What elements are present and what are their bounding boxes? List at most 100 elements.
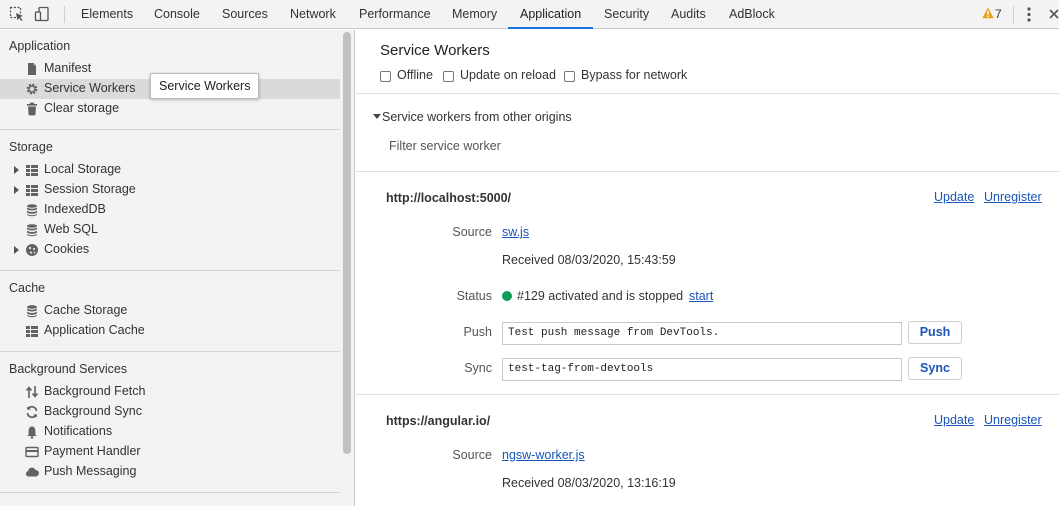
warning-count[interactable]: 7 bbox=[995, 0, 1002, 29]
source-label: Source bbox=[452, 225, 492, 239]
sidebar-scrollbar[interactable] bbox=[343, 32, 351, 454]
inspect-element-icon[interactable] bbox=[9, 6, 25, 22]
sync-icon bbox=[26, 405, 38, 419]
sidebar-item-payment-handler[interactable]: Payment Handler bbox=[0, 442, 340, 462]
cookie-icon bbox=[26, 244, 38, 256]
sidebar-item-label: Background Sync bbox=[44, 404, 142, 418]
section-divider bbox=[0, 270, 340, 271]
device-toolbar-icon[interactable] bbox=[34, 6, 50, 22]
close-icon[interactable] bbox=[1048, 7, 1059, 21]
sidebar-item-cookies[interactable]: Cookies bbox=[0, 240, 340, 260]
sidebar-item-cache-storage[interactable]: Cache Storage bbox=[0, 301, 340, 321]
received-timestamp: Received 08/03/2020, 15:43:59 bbox=[502, 253, 676, 267]
push-label: Push bbox=[463, 325, 493, 339]
expand-caret-icon[interactable] bbox=[14, 246, 19, 254]
tab-memory[interactable]: Memory bbox=[452, 0, 497, 29]
expand-caret-icon[interactable] bbox=[14, 186, 19, 194]
sidebar-item-label: Cookies bbox=[44, 242, 90, 256]
sidebar-item-web-sql[interactable]: Web SQL bbox=[0, 220, 340, 240]
tab-adblock[interactable]: AdBlock bbox=[729, 0, 775, 29]
tab-network[interactable]: Network bbox=[290, 0, 336, 29]
status-label: Status bbox=[456, 289, 492, 303]
toolbar-divider bbox=[64, 6, 65, 23]
expand-caret-icon[interactable] bbox=[14, 166, 19, 174]
sidebar-item-label: Clear storage bbox=[44, 101, 120, 115]
sidebar-item-label: Web SQL bbox=[44, 222, 98, 236]
tab-application[interactable]: Application bbox=[508, 0, 594, 29]
sidebar-item-indexeddb[interactable]: IndexedDB bbox=[0, 200, 340, 220]
other-origins-toggle[interactable]: Service workers from other origins bbox=[382, 110, 572, 124]
update-on-reload-label[interactable]: Update on reload bbox=[460, 68, 556, 82]
sidebar-item-label: Service Workers bbox=[44, 81, 136, 95]
sync-tag-input[interactable]: test-tag-from-devtools bbox=[502, 358, 902, 381]
received-timestamp: Received 08/03/2020, 13:16:19 bbox=[502, 476, 676, 490]
arrows-updown-icon bbox=[25, 386, 39, 398]
tab-security[interactable]: Security bbox=[604, 0, 649, 29]
update-link[interactable]: Update bbox=[934, 190, 974, 204]
sidebar-item-label: Background Fetch bbox=[44, 384, 146, 398]
section-title-application: Application bbox=[9, 39, 71, 53]
tab-audits[interactable]: Audits bbox=[671, 0, 706, 29]
sidebar-item-session-storage[interactable]: Session Storage bbox=[0, 180, 340, 200]
tab-performance[interactable]: Performance bbox=[359, 0, 431, 29]
warning-icon[interactable] bbox=[982, 7, 994, 19]
unregister-link[interactable]: Unregister bbox=[984, 190, 1042, 204]
divider bbox=[356, 171, 1059, 172]
divider bbox=[356, 394, 1059, 395]
bypass-for-network-checkbox[interactable] bbox=[564, 71, 575, 82]
grid-icon bbox=[26, 185, 38, 196]
section-divider bbox=[0, 129, 340, 130]
sidebar-item-application-cache[interactable]: Application Cache bbox=[0, 321, 340, 341]
tab-elements[interactable]: Elements bbox=[81, 0, 133, 29]
sidebar: Application Manifest Service Workers Cle… bbox=[0, 30, 355, 506]
source-file-link[interactable]: ngsw-worker.js bbox=[502, 448, 585, 462]
sidebar-item-label: Cache Storage bbox=[44, 303, 128, 317]
sidebar-item-label: Session Storage bbox=[44, 182, 136, 196]
more-options-icon[interactable] bbox=[1025, 6, 1033, 23]
database-icon bbox=[27, 305, 37, 318]
section-title-storage: Storage bbox=[9, 140, 53, 154]
push-button[interactable]: Push bbox=[908, 321, 962, 344]
sync-button[interactable]: Sync bbox=[908, 357, 962, 380]
section-title-background-services: Background Services bbox=[9, 362, 128, 376]
push-message-input[interactable]: Test push message from DevTools. bbox=[502, 322, 902, 345]
start-link[interactable]: start bbox=[689, 289, 713, 303]
tab-console[interactable]: Console bbox=[154, 0, 200, 29]
sidebar-item-label: IndexedDB bbox=[44, 202, 106, 216]
worker-origin: http://localhost:5000/ bbox=[386, 191, 512, 205]
sidebar-item-background-fetch[interactable]: Background Fetch bbox=[0, 382, 340, 402]
database-icon bbox=[27, 224, 37, 237]
bypass-for-network-label[interactable]: Bypass for network bbox=[581, 68, 687, 82]
source-file-link[interactable]: sw.js bbox=[502, 225, 529, 239]
grid-icon bbox=[26, 165, 38, 176]
section-divider bbox=[0, 351, 340, 352]
trash-icon bbox=[27, 102, 37, 116]
status-text: #129 activated and is stopped bbox=[517, 289, 684, 303]
section-title-cache: Cache bbox=[9, 281, 46, 295]
tab-sources[interactable]: Sources bbox=[222, 0, 268, 29]
sidebar-item-notifications[interactable]: Notifications bbox=[0, 422, 340, 442]
section-divider bbox=[0, 492, 340, 493]
collapse-caret-icon[interactable] bbox=[373, 114, 381, 119]
filter-service-worker-input[interactable]: Filter service worker bbox=[389, 139, 501, 153]
offline-checkbox[interactable] bbox=[380, 71, 391, 82]
divider bbox=[356, 93, 1059, 94]
sidebar-item-label: Payment Handler bbox=[44, 444, 141, 458]
database-icon bbox=[27, 204, 37, 217]
sidebar-item-clear-storage[interactable]: Clear storage bbox=[0, 99, 340, 119]
sidebar-item-label: Application Cache bbox=[44, 323, 145, 337]
service-workers-pane: Service Workers Offline Update on reload… bbox=[356, 30, 1059, 506]
sidebar-item-label: Notifications bbox=[44, 424, 113, 438]
status-indicator-icon bbox=[502, 291, 512, 301]
update-on-reload-checkbox[interactable] bbox=[443, 71, 454, 82]
sidebar-item-push-messaging[interactable]: Push Messaging bbox=[0, 462, 340, 482]
unregister-link[interactable]: Unregister bbox=[984, 413, 1042, 427]
sidebar-item-background-sync[interactable]: Background Sync bbox=[0, 402, 340, 422]
page-title: Service Workers bbox=[380, 42, 490, 59]
gear-icon bbox=[26, 83, 38, 95]
sync-label: Sync bbox=[464, 361, 492, 375]
sidebar-item-local-storage[interactable]: Local Storage bbox=[0, 160, 340, 180]
worker-origin: https://angular.io/ bbox=[386, 414, 491, 428]
update-link[interactable]: Update bbox=[934, 413, 974, 427]
offline-label[interactable]: Offline bbox=[397, 68, 433, 82]
